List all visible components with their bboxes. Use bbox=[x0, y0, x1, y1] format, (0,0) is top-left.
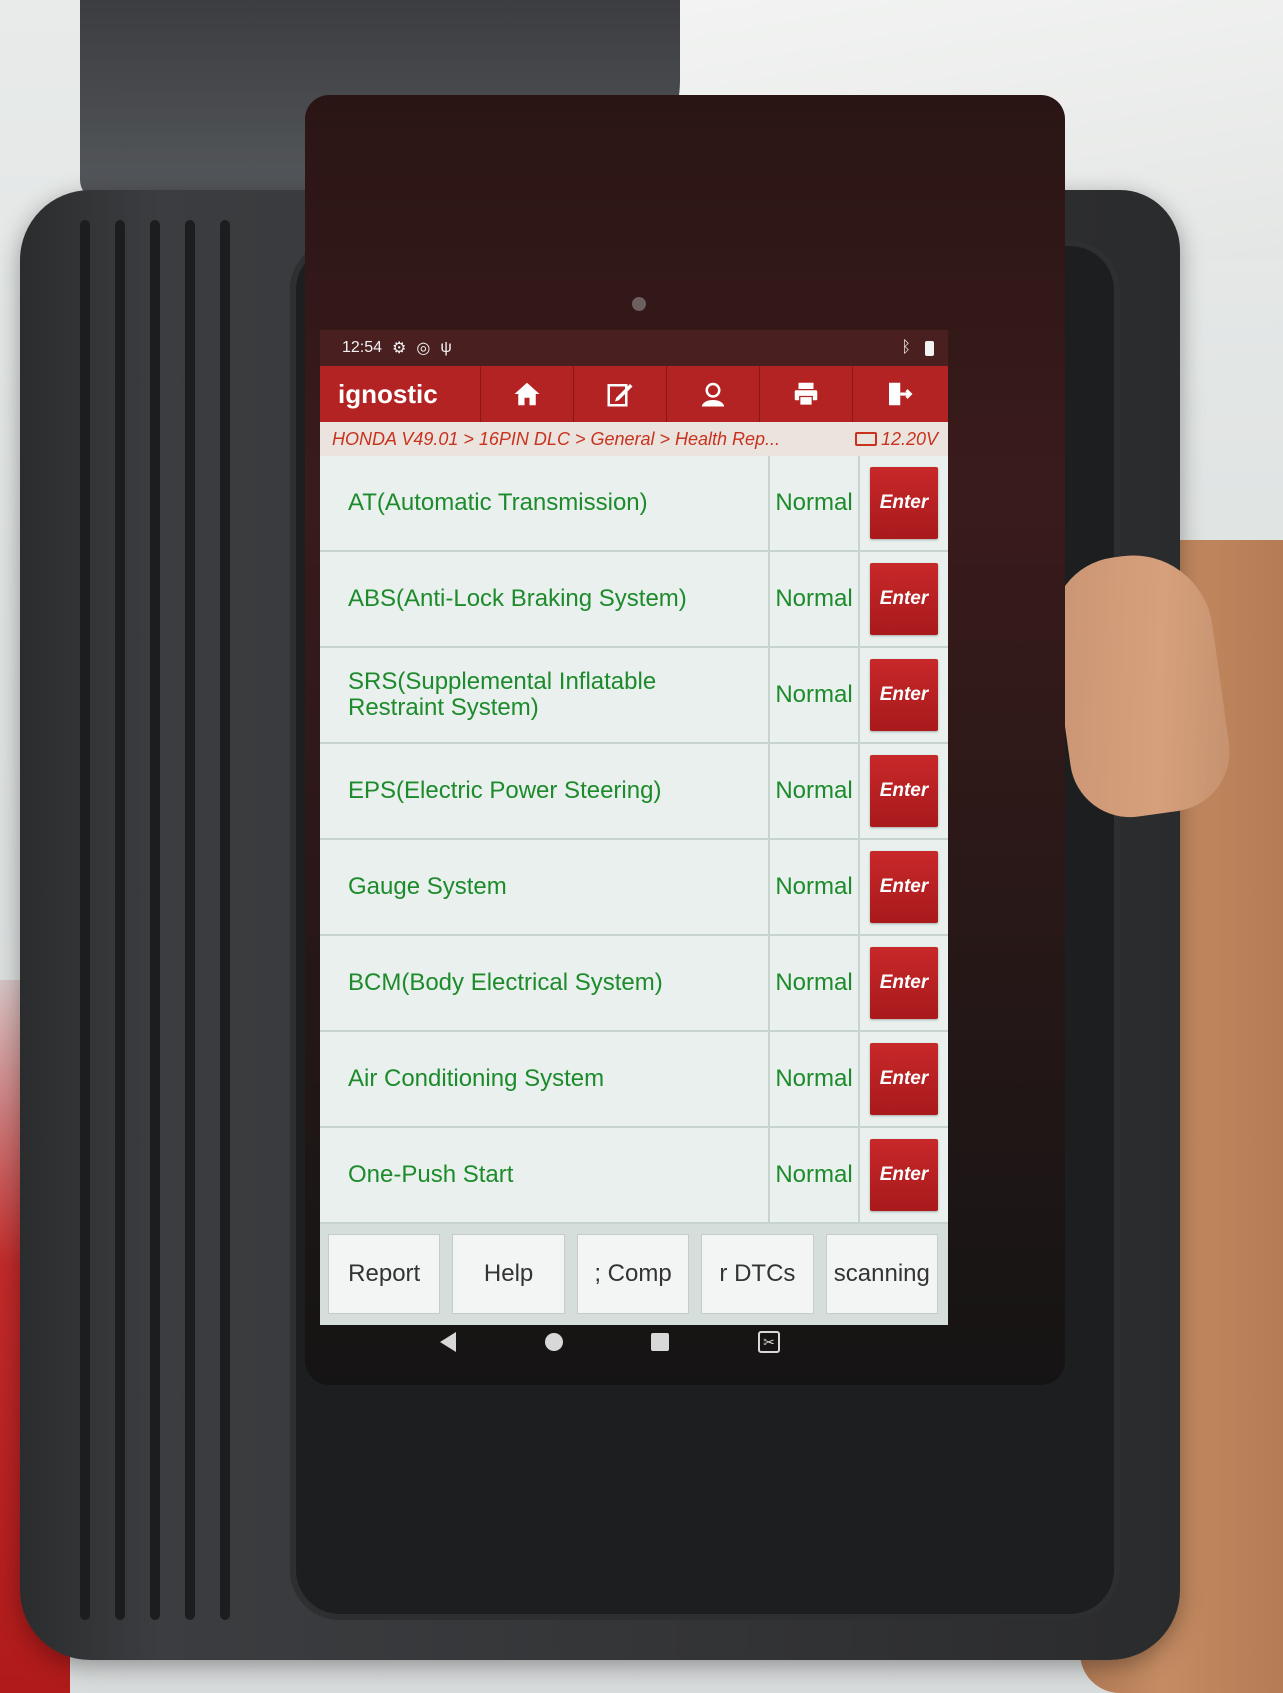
bluetooth-icon: ᛒ bbox=[901, 339, 911, 356]
system-name: SRS(Supplemental Inflatable Restraint Sy… bbox=[348, 668, 657, 721]
system-status: Normal bbox=[768, 1032, 860, 1126]
breadcrumb: HONDA V49.01 > 16PIN DLC > General > Hea… bbox=[320, 422, 948, 456]
home-circle-icon[interactable] bbox=[544, 1333, 563, 1351]
enter-button[interactable]: Enter bbox=[870, 755, 938, 827]
system-list: AT(Automatic Transmission) Normal Enter … bbox=[320, 456, 948, 1224]
usb-icon: ψ bbox=[440, 339, 452, 356]
system-status: Normal bbox=[768, 1128, 860, 1222]
battery-voltage-icon bbox=[854, 432, 877, 446]
system-status: Normal bbox=[768, 648, 860, 742]
system-name: Air Conditioning System bbox=[348, 1065, 605, 1093]
print-icon bbox=[794, 382, 818, 406]
diagnostic-app: 12:54 ⚙ ◎ ψ ᛒ ignostic HONDA V49.01 > 16… bbox=[320, 330, 948, 1325]
enter-button[interactable]: Enter bbox=[870, 851, 938, 923]
enter-button[interactable]: Enter bbox=[870, 1043, 938, 1115]
system-status: Normal bbox=[768, 840, 860, 934]
system-status: Normal bbox=[768, 456, 860, 550]
table-row: EPS(Electric Power Steering) Normal Ente… bbox=[320, 744, 948, 840]
grip-ridge bbox=[150, 220, 160, 1620]
clock: 12:54 bbox=[342, 339, 383, 356]
exit-button[interactable] bbox=[852, 366, 945, 422]
system-name: AT(Automatic Transmission) bbox=[348, 489, 648, 517]
battery-voltage: 12.20V bbox=[854, 428, 938, 450]
table-row: SRS(Supplemental Inflatable Restraint Sy… bbox=[320, 648, 948, 744]
table-row: ABS(Anti-Lock Braking System) Normal Ent… bbox=[320, 552, 948, 648]
bottom-action-bar: Report Help ; Comp r DTCs scanning bbox=[320, 1224, 948, 1325]
enter-button[interactable]: Enter bbox=[870, 563, 938, 635]
edit-button[interactable] bbox=[573, 366, 666, 422]
grip-ridge bbox=[80, 220, 90, 1620]
table-row: Gauge System Normal Enter bbox=[320, 840, 948, 936]
system-status: Normal bbox=[768, 936, 860, 1030]
edit-icon bbox=[607, 384, 633, 407]
print-button[interactable] bbox=[759, 366, 852, 422]
home-button[interactable] bbox=[480, 366, 573, 422]
table-row: Air Conditioning System Normal Enter bbox=[320, 1032, 948, 1128]
voltage-value: 12.20V bbox=[880, 428, 938, 449]
gear-icon: ⚙ bbox=[392, 340, 407, 357]
enter-button[interactable]: Enter bbox=[870, 659, 938, 731]
user-button[interactable] bbox=[666, 366, 759, 422]
help-button[interactable]: Help bbox=[452, 1234, 565, 1314]
clear-dtcs-button[interactable]: r DTCs bbox=[701, 1234, 814, 1314]
app-title: ignostic bbox=[338, 378, 438, 409]
exit-icon bbox=[889, 382, 913, 406]
top-toolbar: ignostic bbox=[320, 366, 948, 422]
grip-ridge bbox=[220, 220, 230, 1620]
report-button[interactable]: Report bbox=[328, 1234, 441, 1314]
system-name: ABS(Anti-Lock Braking System) bbox=[348, 585, 687, 613]
system-status: Normal bbox=[768, 744, 860, 838]
camera-icon: ◎ bbox=[416, 340, 431, 357]
system-name: BCM(Body Electrical System) bbox=[348, 969, 663, 997]
android-nav-bar: ✂ bbox=[440, 1322, 780, 1362]
table-row: One-Push Start Normal Enter bbox=[320, 1128, 948, 1224]
compare-button[interactable]: ; Comp bbox=[576, 1234, 690, 1314]
user-icon bbox=[701, 382, 725, 407]
home-icon bbox=[514, 382, 540, 406]
status-bar: 12:54 ⚙ ◎ ψ ᛒ bbox=[320, 330, 948, 366]
system-name: One-Push Start bbox=[348, 1161, 514, 1189]
system-status: Normal bbox=[768, 552, 860, 646]
system-name: Gauge System bbox=[348, 873, 507, 901]
enter-button[interactable]: Enter bbox=[870, 467, 938, 539]
grip-ridge bbox=[115, 220, 125, 1620]
back-icon[interactable] bbox=[440, 1332, 456, 1352]
enter-button[interactable]: Enter bbox=[870, 1139, 938, 1211]
grip-ridge bbox=[185, 220, 195, 1620]
table-row: BCM(Body Electrical System) Normal Enter bbox=[320, 936, 948, 1032]
recent-apps-icon[interactable] bbox=[651, 1333, 670, 1351]
battery-icon bbox=[925, 340, 934, 356]
enter-button[interactable]: Enter bbox=[870, 947, 938, 1019]
breadcrumb-path: HONDA V49.01 > 16PIN DLC > General > Hea… bbox=[332, 428, 781, 449]
front-camera bbox=[632, 297, 646, 311]
screenshot-icon[interactable]: ✂ bbox=[757, 1331, 780, 1353]
system-name: EPS(Electric Power Steering) bbox=[348, 777, 662, 805]
rescan-button[interactable]: scanning bbox=[825, 1234, 939, 1314]
table-row: AT(Automatic Transmission) Normal Enter bbox=[320, 456, 948, 552]
